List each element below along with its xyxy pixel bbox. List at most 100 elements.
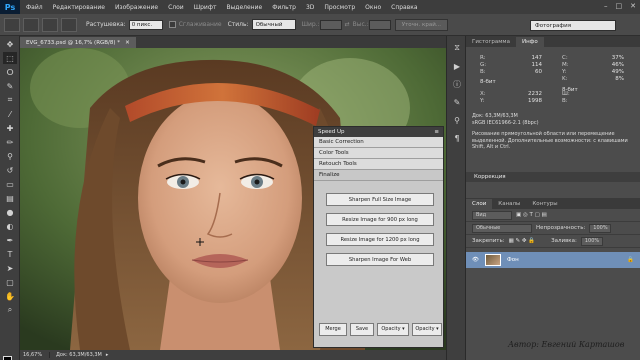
menu-type[interactable]: Шрифт: [194, 4, 217, 11]
menu-select[interactable]: Выделение: [226, 4, 262, 11]
height-input[interactable]: [368, 19, 391, 30]
feather-input[interactable]: 0 пикс.: [128, 19, 163, 30]
section-finalize[interactable]: Finalize: [314, 170, 443, 181]
opacity-button-1[interactable]: Opacity ▾: [377, 322, 409, 336]
antialias-checkbox[interactable]: [168, 21, 176, 28]
layer-kind-select[interactable]: Вид: [472, 210, 512, 220]
zoom-level[interactable]: 16,67%: [20, 352, 50, 358]
tab-paths[interactable]: Контуры: [526, 199, 563, 209]
quick-select-tool-icon[interactable]: ✎: [3, 80, 17, 92]
corrections-title: Коррекция: [474, 174, 506, 180]
section-color-tools[interactable]: Color Tools: [314, 148, 443, 159]
pen-tool-icon[interactable]: ✒: [3, 234, 17, 246]
tab-info[interactable]: Инфо: [515, 37, 544, 47]
type-tool-icon[interactable]: T: [3, 248, 17, 260]
fill-input[interactable]: 100%: [580, 236, 603, 246]
menu-3d[interactable]: 3D: [306, 4, 314, 11]
add-selection-icon[interactable]: [42, 17, 58, 32]
menu-edit[interactable]: Редактирование: [53, 4, 105, 11]
menu-view[interactable]: Просмотр: [324, 4, 355, 11]
marquee-tool-icon[interactable]: ⬚: [3, 52, 17, 64]
menu-layers[interactable]: Слои: [168, 4, 184, 11]
eraser-tool-icon[interactable]: ▭: [3, 178, 17, 190]
clone-stamp-tool-icon[interactable]: ⚲: [3, 150, 17, 162]
path-select-tool-icon[interactable]: ➤: [3, 262, 17, 274]
shape-tool-icon[interactable]: ▢: [3, 276, 17, 288]
menu-window[interactable]: Окно: [365, 4, 381, 11]
width-input[interactable]: [319, 19, 342, 30]
workspace-select[interactable]: Фотография: [530, 20, 616, 31]
cmyk-labels: C: M: Y: K:: [562, 55, 569, 82]
dodge-tool-icon[interactable]: ◐: [3, 220, 17, 232]
cmyk-values: 37% 46% 49% 8%: [606, 55, 624, 82]
layers-tabs: Слои Каналы Контуры: [466, 198, 640, 209]
brush-tool-icon[interactable]: ✏: [3, 136, 17, 148]
status-arrow-icon[interactable]: ▸: [106, 352, 109, 358]
fill-value: 100%: [584, 238, 600, 244]
sharpen-full-size-button[interactable]: Sharpen Full Size Image: [326, 193, 434, 206]
maximize-icon[interactable]: □: [616, 2, 623, 10]
paragraph-icon[interactable]: ¶: [451, 132, 463, 144]
style-select[interactable]: Обычный: [251, 19, 296, 30]
resize-1200-button[interactable]: Resize Image for 1200 px long: [326, 233, 434, 246]
save-button[interactable]: Save: [350, 322, 374, 336]
style-label: Стиль:: [227, 21, 249, 28]
lasso-tool-icon[interactable]: ⵔ: [3, 66, 17, 78]
visibility-eye-icon[interactable]: 👁: [472, 257, 479, 263]
refine-edge-button[interactable]: Уточн. край...: [394, 18, 449, 31]
y-coord-label: Y:: [480, 98, 485, 104]
blur-tool-icon[interactable]: ●: [3, 206, 17, 218]
zoom-tool-icon[interactable]: ⌕: [3, 304, 17, 316]
clone-source-icon[interactable]: ⚲: [451, 114, 463, 126]
opacity-button-2[interactable]: Opacity ▾: [412, 322, 442, 336]
sharpen-web-button[interactable]: Sharpen Image For Web: [326, 253, 434, 266]
hand-tool-icon[interactable]: ✋: [3, 290, 17, 302]
section-basic-correction[interactable]: Basic Correction: [314, 137, 443, 148]
foreground-color-swatch[interactable]: [3, 356, 12, 360]
tab-channels[interactable]: Каналы: [492, 199, 526, 209]
actions-icon[interactable]: ▶: [451, 60, 463, 72]
lock-icons[interactable]: ▦ ✎ ✥ 🔒: [509, 238, 536, 244]
corrections-header[interactable]: Коррекция: [466, 172, 640, 182]
resize-900-button[interactable]: Resize Image for 900 px long: [326, 213, 434, 226]
x-label: X:: [480, 91, 486, 97]
history-brush-tool-icon[interactable]: ↺: [3, 164, 17, 176]
history-icon[interactable]: ⧖: [451, 42, 463, 54]
subtract-selection-icon[interactable]: [61, 17, 77, 32]
speedup-title-bar[interactable]: Speed Up ≡: [314, 127, 443, 137]
section-retouch-tools[interactable]: Retouch Tools: [314, 159, 443, 170]
opacity-label: Непрозрачность:: [536, 225, 586, 231]
menu-help[interactable]: Справка: [391, 4, 417, 11]
menu-filter[interactable]: Фильтр: [272, 4, 296, 11]
layer-background[interactable]: 👁 Фон 🔒: [466, 252, 640, 268]
tab-layers[interactable]: Слои: [466, 199, 493, 209]
healing-tool-icon[interactable]: ✚: [3, 122, 17, 134]
marquee-preset-icon[interactable]: [4, 17, 20, 32]
move-tool-icon[interactable]: ✥: [3, 38, 17, 50]
menu-file[interactable]: Файл: [26, 4, 43, 11]
new-selection-icon[interactable]: [23, 17, 39, 32]
menu-image[interactable]: Изображение: [115, 4, 158, 11]
r-value: 147: [531, 55, 543, 61]
panel-menu-icon[interactable]: ≡: [434, 129, 439, 135]
close-tab-icon[interactable]: ✕: [125, 40, 130, 46]
h-label: В:: [562, 98, 568, 104]
brush-presets-icon[interactable]: ✎: [451, 96, 463, 108]
gradient-tool-icon[interactable]: ▤: [3, 192, 17, 204]
document-tab[interactable]: EVG_6733.psd @ 16,7% (RGB/8) * ✕: [20, 37, 136, 48]
close-icon[interactable]: ✕: [630, 2, 636, 10]
width-label: Шир.:: [301, 21, 320, 28]
tab-histogram[interactable]: Гистограмма: [466, 37, 516, 47]
filter-icons[interactable]: ▣ ◎ T ▢ ▤: [516, 212, 547, 218]
wh-labels: Ш: В:: [562, 91, 570, 104]
status-bar: 16,67% Док: 63,3М/63,3М ▸: [20, 350, 446, 360]
swap-icon[interactable]: ⇄: [345, 21, 350, 28]
properties-icon[interactable]: ⓘ: [451, 78, 463, 90]
eyedropper-tool-icon[interactable]: ⁄: [3, 108, 17, 120]
minimize-icon[interactable]: –: [604, 2, 608, 10]
merge-button[interactable]: Merge: [319, 322, 347, 336]
tools-panel: ✥ ⬚ ⵔ ✎ ⌗ ⁄ ✚ ✏ ⚲ ↺ ▭ ▤ ● ◐ ✒ T ➤ ▢ ✋ ⌕: [0, 36, 20, 360]
opacity-input[interactable]: 100%: [589, 223, 612, 233]
blend-mode-select[interactable]: Обычные: [472, 223, 532, 233]
crop-tool-icon[interactable]: ⌗: [3, 94, 17, 106]
